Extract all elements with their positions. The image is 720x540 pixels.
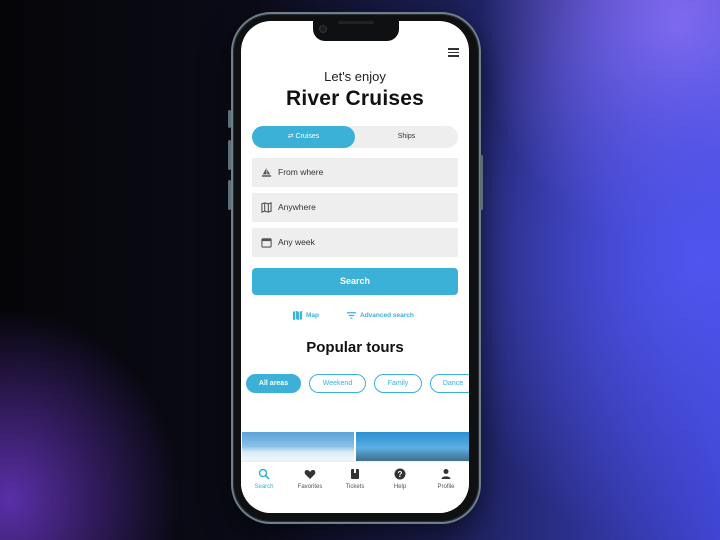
filter-icon: [346, 312, 357, 319]
page-title: River Cruises: [285, 87, 424, 110]
help-icon: ?: [394, 468, 406, 480]
tab-help-label: Help: [393, 484, 407, 490]
map-icon: [292, 310, 303, 321]
toggle-cruises[interactable]: ⇄ Cruises: [252, 126, 355, 148]
hero-greeting: Let's enjoy: [324, 69, 386, 84]
search-button[interactable]: Search: [252, 268, 458, 295]
tab-search-label: Search: [254, 484, 274, 490]
map-link[interactable]: Map: [292, 310, 326, 321]
profile-icon: [441, 469, 451, 479]
tab-favorites[interactable]: Favorites: [290, 468, 330, 490]
destination-placeholder: Anywhere: [278, 202, 316, 212]
calendar-icon: [261, 238, 272, 248]
speaker-grille: [338, 21, 374, 24]
heart-icon: [304, 470, 316, 479]
tab-tickets-label: Tickets: [345, 484, 365, 490]
svg-text:?: ?: [398, 470, 403, 479]
tab-search[interactable]: Search: [244, 468, 284, 490]
tab-tickets[interactable]: Tickets: [335, 468, 375, 490]
toggle-ships[interactable]: Ships: [355, 126, 458, 148]
tab-help[interactable]: ? Help: [380, 468, 420, 490]
phone-power-button: [480, 155, 483, 210]
phone-side-button: [228, 110, 231, 128]
chip-weekend[interactable]: Weekend: [309, 374, 366, 393]
advanced-search-label: Advanced search: [360, 312, 414, 319]
hamburger-menu-icon[interactable]: [448, 48, 459, 57]
app-screen: Let's enjoy River Cruises ⇄ Cruises Ship…: [241, 21, 469, 513]
front-camera: [319, 25, 327, 33]
from-where-field[interactable]: From where: [252, 158, 458, 187]
tab-favorites-label: Favorites: [297, 484, 323, 490]
phone-volume-up: [228, 140, 231, 170]
map-icon: [261, 202, 272, 213]
search-icon: [258, 468, 270, 480]
destination-field[interactable]: Anywhere: [252, 193, 458, 222]
sailboat-icon: [261, 167, 272, 177]
phone-notch: [313, 21, 399, 41]
tab-profile-label: Profile: [437, 484, 455, 490]
advanced-search-link[interactable]: Advanced search: [346, 311, 426, 321]
date-field[interactable]: Any week: [252, 228, 458, 257]
chip-dance[interactable]: Dance: [430, 374, 469, 393]
bottom-tab-bar: Search Favorites Tickets ? Help Profile: [241, 461, 469, 513]
phone-volume-down: [228, 180, 231, 210]
tab-profile[interactable]: Profile: [426, 468, 466, 490]
map-link-label: Map: [306, 312, 319, 319]
section-title: Popular tours: [306, 339, 404, 356]
date-placeholder: Any week: [278, 237, 315, 247]
ticket-book-icon: [351, 469, 359, 479]
from-where-placeholder: From where: [278, 167, 324, 177]
cruises-ships-toggle: ⇄ Cruises Ships: [252, 126, 458, 148]
chip-all-areas[interactable]: All areas: [246, 374, 301, 393]
chip-family[interactable]: Family: [374, 374, 422, 393]
